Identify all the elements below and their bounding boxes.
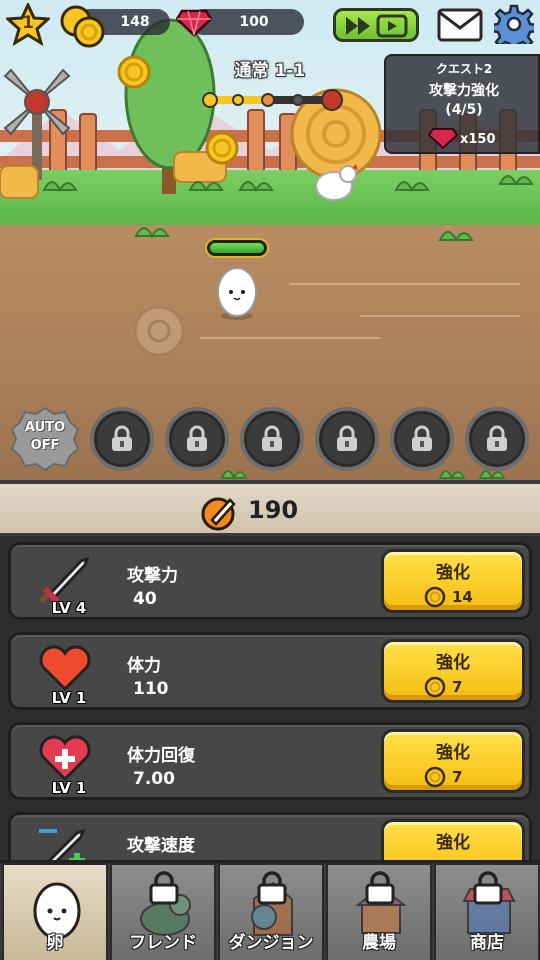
upgrade-name: 体力 [127,656,161,676]
nav-tab-shop[interactable]: 商店 [434,863,540,960]
quest-title: クエスト2 [435,62,493,76]
upgrade-button-label: 強化 [436,743,470,763]
upgrade-cost-value: 7 [452,678,463,696]
upgrade-row-attack-speed: 攻撃速度 強化 [8,812,532,860]
nav-label: 卵 [46,933,64,953]
bushes [42,175,534,243]
quest-panel[interactable]: クエスト2 攻撃力強化 (4/5) x150 [384,54,540,154]
upgrade-button-label: 強化 [436,563,470,583]
coin-icon [424,586,446,608]
lock-icon [112,425,132,451]
upgrade-level: LV 1 [51,689,87,707]
coin-icon [424,766,446,788]
gem-count: 100 [239,14,269,30]
gem-icon [176,9,212,37]
lock-icon [262,425,282,451]
combat-power-value: 190 [248,496,299,524]
lock-icon [412,425,432,451]
top-hud: 1 148 100 [0,0,540,50]
upgrade-name: 攻撃速度 [127,836,195,856]
upgrade-button-label: 強化 [436,653,470,673]
nav-label: 商店 [470,933,504,953]
upgrade-row-health: LV 1 体力 110 強化 7 [8,632,532,710]
gear-icon[interactable] [494,4,534,44]
stage-progress-bar [202,89,343,111]
lock-icon [365,871,395,905]
lock-icon [187,425,207,451]
lock-icon [257,871,287,905]
fast-forward-icon [346,14,408,38]
upgrade-value: 7.00 [133,769,175,789]
skill-slot-locked[interactable] [165,407,229,471]
upgrade-row-attack: LV 4 攻撃力 40 強化 14 [8,542,532,620]
lock-icon [473,871,503,905]
quest-progress: (4/5) [445,102,483,118]
nav-tab-dungeon[interactable]: ダンジョン [218,863,324,960]
upgrade-cost-value: 14 [452,588,473,606]
nav-tab-egg[interactable]: 卵 [2,863,108,960]
upgrade-value: 110 [133,679,169,699]
nav-label: フレンド [129,933,197,953]
upgrade-regen-button[interactable]: 強化 7 [381,729,525,793]
lock-icon [337,425,357,451]
nav-tab-farm[interactable]: 農場 [326,863,432,960]
combat-power-bar: 190 [0,480,540,536]
coin-count: 148 [120,14,150,30]
sword-speed-icon [39,828,86,860]
quest-name: 攻撃力強化 [429,83,499,99]
boss-icon [321,89,343,111]
egg-health-bar [205,238,269,258]
stage-title: 通常 1-1 [234,61,306,81]
fast-forward-button[interactable] [333,8,419,42]
coin-icon [424,676,446,698]
upgrade-level: LV 1 [51,779,87,797]
bottom-navigation: 卵 フレンド ダンジョン 農場 商店 [0,860,540,960]
skill-slot-locked[interactable] [240,407,304,471]
coin-icon [117,55,151,89]
nav-tab-friends[interactable]: フレンド [110,863,216,960]
upgrade-attack-speed-button[interactable]: 強化 [381,819,525,860]
coins-icon [60,5,105,48]
sword-power-icon [201,497,236,531]
upgrade-health-button[interactable]: 強化 7 [381,639,525,703]
skill-slot-locked[interactable] [390,407,454,471]
nav-label: ダンジョン [228,933,314,953]
player-level-value: 1 [22,13,34,33]
upgrade-name: 体力回復 [127,746,195,766]
player-level-badge[interactable]: 1 [4,1,52,47]
upgrade-value: 40 [133,589,157,609]
upgrade-cost-value: 7 [452,768,463,786]
upgrade-list[interactable]: LV 4 攻撃力 40 強化 14 LV 1 体力 110 強化 7 LV 1 … [0,536,540,860]
quest-reward-amount: x150 [460,132,496,147]
motion-lines [200,283,520,339]
mail-icon[interactable] [437,8,483,42]
upgrade-attack-button[interactable]: 強化 14 [381,549,525,613]
skill-slot-locked[interactable] [465,407,529,471]
lock-icon [149,871,179,905]
gem-icon [428,128,458,150]
upgrade-name: 攻撃力 [127,566,178,586]
nav-label: 農場 [362,933,396,953]
upgrade-button-label: 強化 [436,833,470,853]
heart-icon [39,645,91,692]
heart-plus-icon [39,735,91,782]
upgrade-row-regen: LV 1 体力回復 7.00 強化 7 [8,722,532,800]
skill-slot-locked[interactable] [315,407,379,471]
skill-slot-locked[interactable] [90,407,154,471]
sword-icon [39,556,90,603]
lock-icon [487,425,507,451]
skill-slots [0,407,540,471]
upgrade-level: LV 4 [51,599,87,617]
